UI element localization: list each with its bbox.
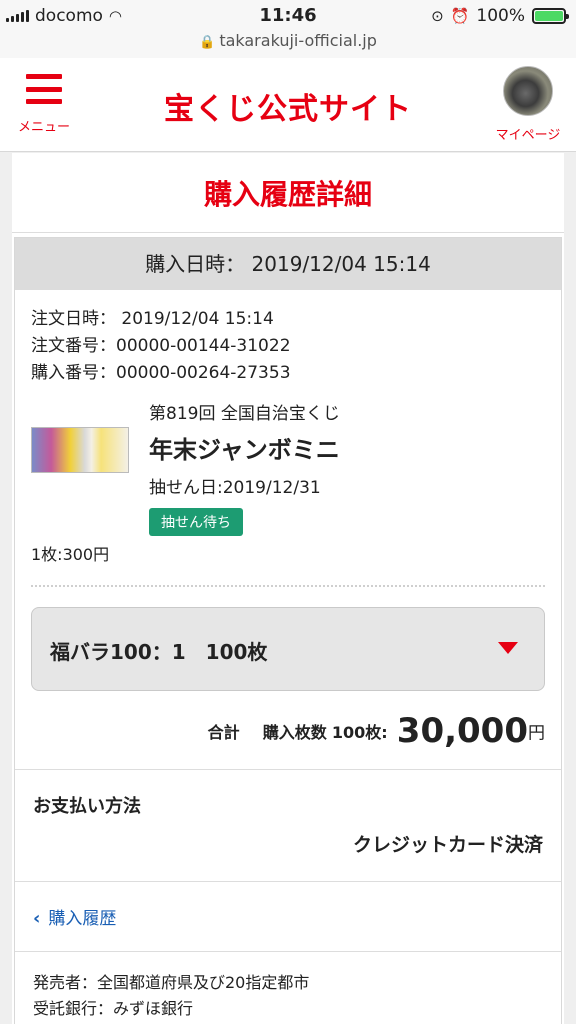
battery-icon [532,8,569,24]
yen-unit: 円 [528,723,545,744]
status-icons: ⊙ ⏰ 100% [431,6,569,26]
back-link-label: 購入履歴 [48,909,117,929]
avatar [503,66,553,116]
battery-percent: 100% [476,6,525,26]
rotation-lock-icon: ⊙ [431,7,444,25]
product-text: 第819回 全国自治宝くじ 年末ジャンボミニ 抽せん日:2019/12/31 抽… [149,399,340,536]
count-label: 購入枚数 [262,723,327,742]
dotted-divider [31,585,545,587]
lock-icon: 🔒 [199,35,216,50]
draw-date: 抽せん日:2019/12/31 [149,478,321,498]
caret-down-icon[interactable] [498,642,518,654]
mypage-label: マイページ [495,128,561,143]
purchase-datetime: 購入日時： 2019/12/04 15:14 [15,238,561,290]
status-badge: 抽せん待ち [149,508,243,536]
back-to-history-link[interactable]: ‹ 購入履歴 [15,881,561,951]
total-label: 合計 [207,723,240,742]
product-round: 第819回 全国自治宝くじ [149,404,340,424]
main-card: 購入履歴詳細 購入日時： 2019/12/04 15:14 注文日時： 2019… [12,153,564,1024]
payment-title: お支払い方法 [33,796,141,817]
bara-label: 福バラ100：1 100枚 [50,640,268,664]
unit-price: 1枚:300円 [31,545,110,564]
bara-accordion[interactable]: 福バラ100：1 100枚 [31,607,545,691]
order-datetime: 注文日時： 2019/12/04 15:14 [31,309,274,329]
product-item: 第819回 全国自治宝くじ 年末ジャンボミニ 抽せん日:2019/12/31 抽… [15,387,561,545]
order-info: 注文日時： 2019/12/04 15:14 注文番号：00000-00144-… [15,290,561,387]
status-bar: docomo ◠ 11:46 ⊙ ⏰ 100% [0,0,576,30]
url-domain: takarakuji-official.jp [219,31,377,50]
page-title: 購入履歴詳細 [12,153,564,233]
count-value: 100枚: [331,723,388,742]
alarm-icon: ⏰ [450,7,470,25]
total-amount: 30,000 [396,711,528,751]
total-row: 合計 購入枚数 100枚: 30,000円 [15,711,561,769]
product-name: 年末ジャンボミニ [149,436,340,464]
payment-method: クレジットカード決済 [352,834,543,856]
payment-section: お支払い方法 クレジットカード決済 [15,769,561,881]
chevron-left-icon: ‹ [33,908,41,929]
order-number: 注文番号：00000-00144-31022 [31,336,291,356]
seller-info: 発売者：全国都道府県及び20指定都市 [33,973,310,992]
mypage-button[interactable]: マイページ [488,66,568,143]
purchase-detail: 購入日時： 2019/12/04 15:14 注文日時： 2019/12/04 … [14,237,562,1024]
url-bar[interactable]: 🔒 takarakuji-official.jp [0,30,576,58]
footer: 発売者：全国都道府県及び20指定都市 受託銀行：みずほ銀行 [15,951,561,1024]
purchase-number: 購入番号：00000-00264-27353 [31,363,291,383]
site-header: メニュー 宝くじ公式サイト マイページ [0,58,576,152]
bank-info: 受託銀行：みずほ銀行 [33,999,194,1018]
ticket-image [31,427,129,473]
